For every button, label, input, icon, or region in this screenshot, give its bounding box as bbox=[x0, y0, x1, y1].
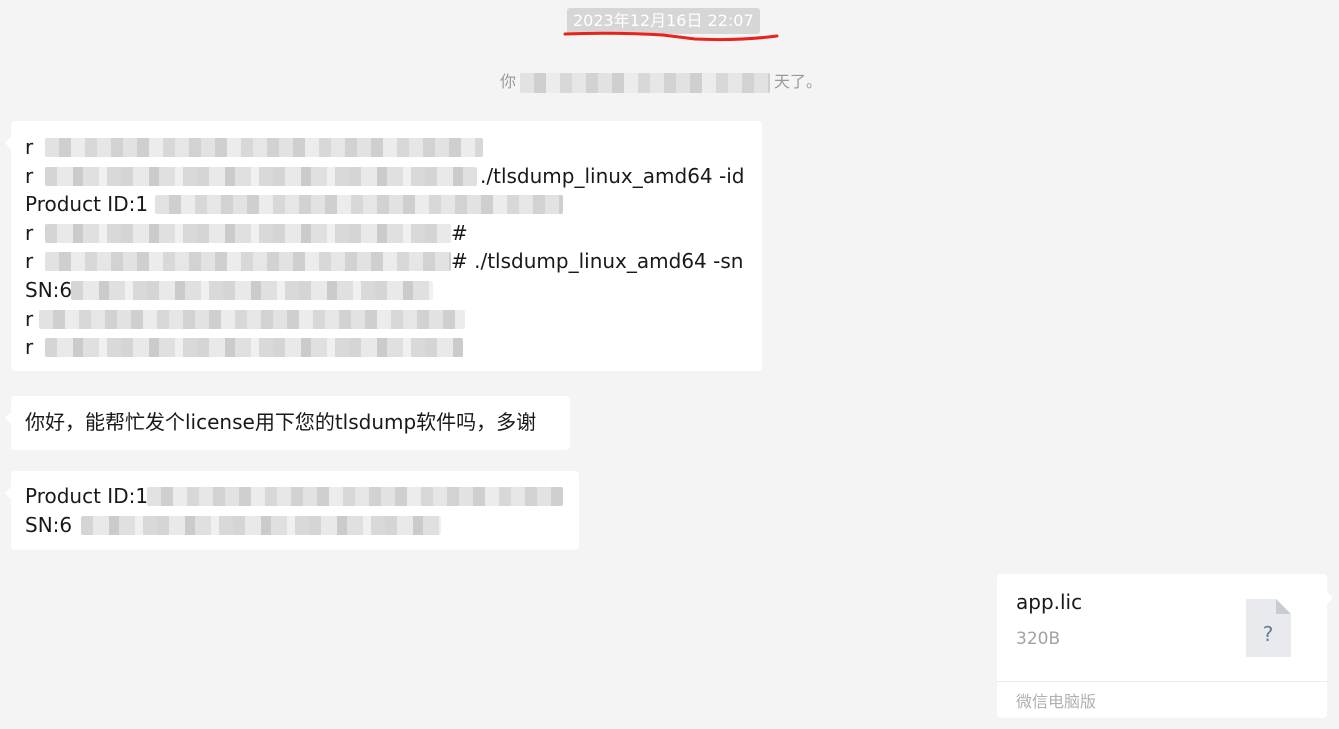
terminal-line: r bbox=[25, 333, 748, 362]
redacted-region bbox=[45, 166, 477, 186]
file-icon-glyph: ? bbox=[1263, 622, 1274, 646]
terminal-line: r bbox=[25, 305, 748, 334]
timestamp: 2023年12月16日 22:07 bbox=[567, 8, 760, 34]
file-source-label: 微信电脑版 bbox=[1016, 692, 1097, 711]
system-notice-start: 你 bbox=[500, 72, 517, 91]
system-notice: 你 天了。 bbox=[500, 69, 822, 95]
redacted-region bbox=[81, 515, 441, 535]
terminal-line: r # ./tlsdump_linux_amd64 -sn bbox=[25, 247, 748, 276]
file-size: 320B bbox=[1016, 629, 1061, 649]
message-bubble-terminal[interactable]: r r ./tlsdump_linux_amd64 -id Product ID… bbox=[5, 121, 762, 371]
message-bubble-ids[interactable]: Product ID:1 SN:6 bbox=[5, 471, 579, 550]
sn-line: SN:6 bbox=[25, 511, 565, 540]
redacted-region bbox=[155, 195, 563, 215]
file-name: app.lic bbox=[1016, 590, 1083, 614]
message-bubble-request[interactable]: 你好，能帮忙发个license用下您的tlsdump软件吗，多谢 bbox=[5, 396, 570, 450]
product-id-line: Product ID:1 bbox=[25, 482, 565, 511]
unknown-file-icon: ? bbox=[1246, 599, 1291, 657]
terminal-line: r bbox=[25, 133, 748, 162]
system-notice-end: 天了。 bbox=[774, 72, 823, 91]
file-card-divider bbox=[997, 681, 1327, 682]
terminal-line: SN:6 bbox=[25, 276, 748, 305]
redacted-region bbox=[71, 280, 433, 300]
terminal-line: Product ID:1 bbox=[25, 190, 748, 219]
redacted-region bbox=[45, 338, 463, 358]
terminal-command: ./tlsdump_linux_amd64 -id bbox=[480, 163, 745, 188]
message-text: 你好，能帮忙发个license用下您的tlsdump软件吗，多谢 bbox=[25, 410, 537, 434]
terminal-line: r # bbox=[25, 219, 748, 248]
redacted-region bbox=[45, 223, 451, 243]
terminal-command: # ./tlsdump_linux_amd64 -sn bbox=[451, 249, 744, 274]
terminal-command: # bbox=[451, 220, 468, 245]
terminal-line: r ./tlsdump_linux_amd64 -id bbox=[25, 162, 748, 191]
file-message-card[interactable]: app.lic 320B ? 微信电脑版 bbox=[997, 574, 1333, 718]
redacted-region bbox=[45, 252, 451, 272]
redacted-region bbox=[520, 72, 771, 93]
redacted-region bbox=[45, 138, 483, 157]
chat-window: 2023年12月16日 22:07 你 天了。 r r ./tlsdump_lin… bbox=[0, 0, 1339, 729]
redacted-region bbox=[39, 309, 465, 329]
redacted-region bbox=[147, 487, 563, 506]
